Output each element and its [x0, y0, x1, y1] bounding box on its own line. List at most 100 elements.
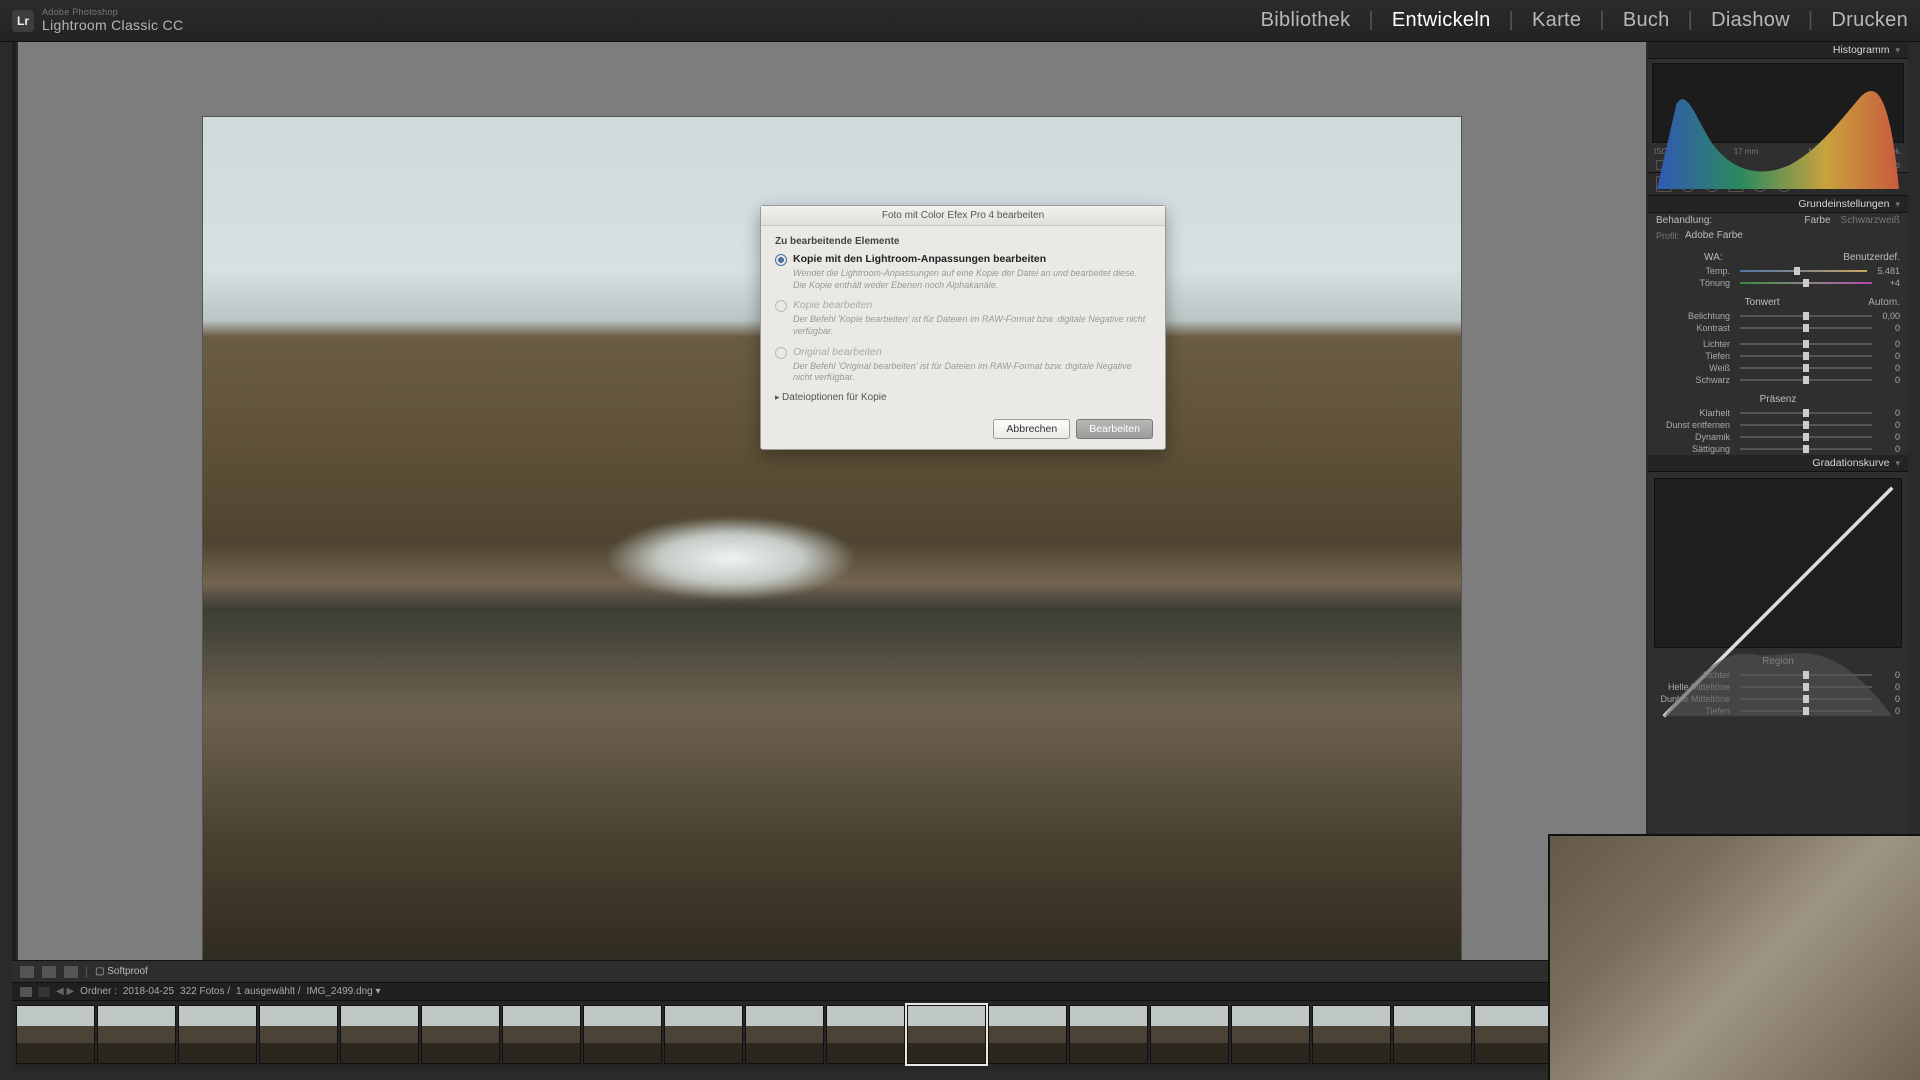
tint-label: Tönung [1656, 278, 1730, 288]
temp-label: Temp. [1656, 266, 1730, 276]
whites-value[interactable]: 0 [1882, 363, 1900, 373]
before-after-icon[interactable] [42, 966, 56, 978]
filmstrip-thumb[interactable] [97, 1005, 176, 1064]
blacks-slider[interactable] [1740, 379, 1872, 381]
second-window-icon[interactable] [20, 987, 32, 997]
auto-tone-button[interactable]: Autom. [1868, 297, 1900, 308]
tone-section: Tonwert [1745, 297, 1780, 308]
file-options-disclosure[interactable]: Dateioptionen für Kopie [775, 392, 1151, 403]
filmstrip-thumb[interactable] [745, 1005, 824, 1064]
panel-basic-header[interactable]: Grundeinstellungen [1648, 196, 1908, 213]
module-print[interactable]: Drucken [1831, 9, 1908, 32]
radio-copy-with-adjustments[interactable] [775, 254, 787, 266]
shadows-label: Tiefen [1656, 351, 1730, 361]
blacks-label: Schwarz [1656, 375, 1730, 385]
filmstrip-thumb[interactable] [1069, 1005, 1148, 1064]
loupe-view-icon[interactable] [20, 966, 34, 978]
region-darks-slider[interactable] [1740, 698, 1872, 700]
radio-copy-label: Kopie bearbeiten [793, 299, 872, 311]
clarity-slider[interactable] [1740, 412, 1872, 414]
exposure-slider[interactable] [1740, 315, 1872, 317]
module-book[interactable]: Buch [1623, 9, 1693, 32]
histogram[interactable] [1652, 63, 1904, 143]
exposure-value[interactable]: 0,00 [1882, 311, 1900, 321]
crumb-folder-label: Ordner : [80, 986, 117, 997]
vibrance-slider[interactable] [1740, 436, 1872, 438]
wb-picker-icon[interactable] [1656, 251, 1668, 263]
filmstrip-thumb[interactable] [178, 1005, 257, 1064]
filmstrip-thumb[interactable] [1393, 1005, 1472, 1064]
contrast-slider[interactable] [1740, 327, 1872, 329]
filmstrip-thumb[interactable] [340, 1005, 419, 1064]
radio-copy-with-adjustments-desc: Wendet die Lightroom-Anpassungen auf ein… [793, 268, 1151, 291]
saturation-slider[interactable] [1740, 448, 1872, 450]
softproof-toggle[interactable]: ▢ Softproof [95, 966, 148, 977]
filmstrip-thumb[interactable] [1312, 1005, 1391, 1064]
blacks-value[interactable]: 0 [1882, 375, 1900, 385]
radio-copy-desc: Der Befehl 'Kopie bearbeiten' ist für Da… [793, 314, 1151, 337]
highlights-value[interactable]: 0 [1882, 339, 1900, 349]
filmstrip-thumb[interactable] [259, 1005, 338, 1064]
shadows-value[interactable]: 0 [1882, 351, 1900, 361]
crumb-count: 322 Fotos / [180, 986, 230, 997]
module-map[interactable]: Karte [1532, 9, 1605, 32]
region-shadows-slider[interactable] [1740, 710, 1872, 712]
filmstrip-thumb[interactable] [421, 1005, 500, 1064]
filmstrip-thumb-selected[interactable] [907, 1005, 986, 1064]
filmstrip-thumb[interactable] [583, 1005, 662, 1064]
dehaze-value[interactable]: 0 [1882, 420, 1900, 430]
clarity-value[interactable]: 0 [1882, 408, 1900, 418]
webcam-overlay [1550, 836, 1920, 1080]
temp-value[interactable]: 5.481 [1877, 266, 1900, 276]
module-picker: Bibliothek Entwickeln Karte Buch Diashow… [1261, 9, 1908, 32]
profile-value[interactable]: Adobe Farbe [1685, 230, 1743, 241]
filmstrip-thumb[interactable] [1474, 1005, 1553, 1064]
whites-label: Weiß [1656, 363, 1730, 373]
contrast-value[interactable]: 0 [1882, 323, 1900, 333]
whites-slider[interactable] [1740, 367, 1872, 369]
region-lights-slider[interactable] [1740, 686, 1872, 688]
second-window-2-icon[interactable] [38, 987, 50, 997]
vibrance-value[interactable]: 0 [1882, 432, 1900, 442]
highlights-slider[interactable] [1740, 343, 1872, 345]
left-panel-collapsed[interactable] [12, 42, 16, 1040]
grid-view-icon[interactable] [64, 966, 78, 978]
treatment-color[interactable]: Farbe [1804, 215, 1830, 226]
shadows-slider[interactable] [1740, 355, 1872, 357]
dehaze-label: Dunst entfernen [1656, 420, 1730, 430]
edit-button[interactable]: Bearbeiten [1076, 419, 1153, 439]
module-library[interactable]: Bibliothek [1261, 9, 1374, 32]
filmstrip-thumb[interactable] [16, 1005, 95, 1064]
profile-browser-icon[interactable] [1886, 231, 1900, 241]
filmstrip-thumb[interactable] [664, 1005, 743, 1064]
wb-dropdown[interactable]: Benutzerdef. [1843, 252, 1900, 263]
dehaze-slider[interactable] [1740, 424, 1872, 426]
tint-value[interactable]: +4 [1882, 278, 1900, 288]
cancel-button[interactable]: Abbrechen [993, 419, 1070, 439]
crumb-folder-value[interactable]: 2018-04-25 [123, 986, 174, 997]
module-develop[interactable]: Entwickeln [1392, 9, 1514, 32]
filmstrip-thumb[interactable] [988, 1005, 1067, 1064]
radio-copy-with-adjustments-label[interactable]: Kopie mit den Lightroom-Anpassungen bear… [793, 253, 1046, 265]
saturation-value[interactable]: 0 [1882, 444, 1900, 454]
treatment-bw[interactable]: Schwarzweiß [1841, 215, 1900, 226]
dialog-section-header: Zu bearbeitende Elemente [775, 236, 1151, 247]
tint-slider[interactable] [1740, 282, 1872, 284]
panel-histogram-header[interactable]: Histogramm [1648, 42, 1908, 59]
filmstrip-thumb[interactable] [826, 1005, 905, 1064]
treatment-label: Behandlung: [1656, 215, 1712, 226]
saturation-label: Sättigung [1656, 444, 1730, 454]
temp-slider[interactable] [1740, 270, 1867, 272]
panel-tonecurve-header[interactable]: Gradationskurve [1648, 455, 1908, 472]
tone-curve[interactable] [1654, 478, 1902, 648]
vibrance-label: Dynamik [1656, 432, 1730, 442]
crumb-filename[interactable]: IMG_2499.dng ▾ [307, 986, 381, 997]
radio-copy [775, 300, 787, 312]
filmstrip-thumb[interactable] [502, 1005, 581, 1064]
region-highlights-slider[interactable] [1740, 674, 1872, 676]
module-slideshow[interactable]: Diashow [1711, 9, 1813, 32]
loupe-canvas [18, 42, 1646, 1040]
filmstrip-thumb[interactable] [1231, 1005, 1310, 1064]
clarity-label: Klarheit [1656, 408, 1730, 418]
filmstrip-thumb[interactable] [1150, 1005, 1229, 1064]
